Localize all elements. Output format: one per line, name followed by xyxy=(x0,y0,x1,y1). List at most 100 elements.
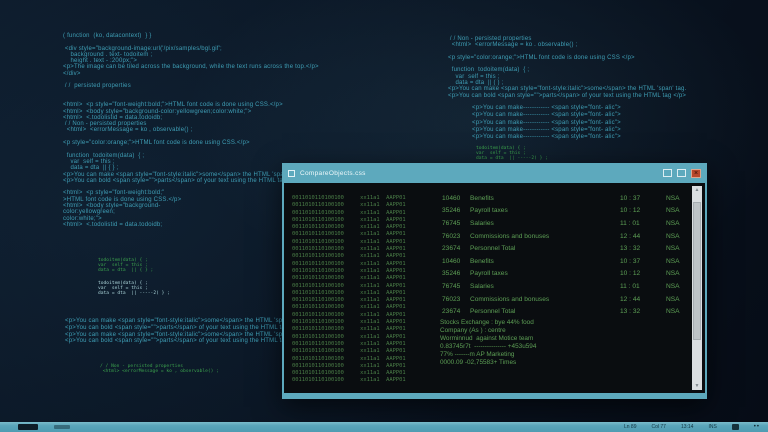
taskbar-window-button[interactable] xyxy=(54,425,70,429)
bg-code-green-block-2: / / Non - persisted properties <html> <e… xyxy=(100,364,219,374)
code-line: Stocks Exchange : bye 44% food xyxy=(440,319,536,327)
table-row: 35246Payroll taxes10 : 12NSA xyxy=(442,268,694,281)
binary-row: 0011010110100100 xx11a1 AAPP01 xyxy=(292,297,406,304)
fin-label: Salaries xyxy=(470,283,620,290)
fin-val: 76745 xyxy=(442,283,470,290)
binary-row: 0011010110100100 xx11a1 AAPP01 xyxy=(292,239,406,246)
window-content: 0011010110100100 xx11a1 AAPP010011010110… xyxy=(284,183,705,393)
fin-label: Payroll taxes xyxy=(470,207,620,214)
binary-row: 0011010110100100 xx11a1 AAPP01 xyxy=(292,275,406,282)
maximize-button[interactable] xyxy=(677,169,686,177)
fin-val: 10460 xyxy=(442,258,470,265)
tray-icon[interactable] xyxy=(732,424,739,430)
code-line: <p>You can bold <span style="">parts</sp… xyxy=(65,338,294,345)
binary-row: 0011010110100100 xx11a1 AAPP01 xyxy=(292,363,406,370)
fin-agency: NSA xyxy=(666,308,694,315)
code-line: <p>You can make <span style="font-style:… xyxy=(65,332,294,339)
fin-time: 12 : 44 xyxy=(620,233,666,240)
bg-code-right-main: / / Non - persisted properties <html> <e… xyxy=(448,36,686,99)
binary-row: 0011010110100100 xx11a1 AAPP01 xyxy=(292,341,406,348)
table-row: 10460Benefits10 : 37NSA xyxy=(442,255,694,268)
code-line: data = dta || { } ; xyxy=(98,268,153,273)
fin-val: 23674 xyxy=(442,308,470,315)
minimize-button[interactable] xyxy=(663,169,672,177)
fin-val: 76745 xyxy=(442,220,470,227)
fin-time: 13 : 32 xyxy=(620,308,666,315)
table-row: 76023Commissions and bonuses12 : 44NSA xyxy=(442,230,694,243)
fin-agency: NSA xyxy=(666,258,694,265)
code-line: <p>You can make------------ <span style=… xyxy=(472,120,621,127)
binary-row: 0011010110100100 xx11a1 AAPP01 xyxy=(292,268,406,275)
fin-label: Salaries xyxy=(470,220,620,227)
window-title: CompareObjects.css xyxy=(300,170,658,177)
code-line: data = dta || -----2( } ; xyxy=(98,291,170,296)
binary-column: 0011010110100100 xx11a1 AAPP010011010110… xyxy=(292,195,406,385)
fin-val: 76023 xyxy=(442,296,470,303)
taskbar-start-button[interactable] xyxy=(18,424,38,430)
fin-label: Benefits xyxy=(470,258,620,265)
code-line: <p>You can bold <span style="">parts</sp… xyxy=(448,93,686,99)
bg-code-light-block: todoitem(data) { ;var self = this ;data … xyxy=(98,281,170,297)
bg-code-right-green: todoitem(data) { ;var self = this ;data … xyxy=(476,146,548,162)
binary-row: 0011010110100100 xx11a1 AAPP01 xyxy=(292,231,406,238)
bg-code-right-repeat: <p>You can make------------ <span style=… xyxy=(472,105,621,141)
code-line: <p>You can make <span style="font-style:… xyxy=(448,86,686,92)
fin-val: 23674 xyxy=(442,245,470,252)
status-item: Ln 89 xyxy=(624,424,637,430)
fin-time: 10 : 12 xyxy=(620,270,666,277)
code-line: <p>The image can be tiled across the bac… xyxy=(63,64,319,70)
binary-row: 0011010110100100 xx11a1 AAPP01 xyxy=(292,217,406,224)
code-line: <p>You can make------------ <span style=… xyxy=(472,127,621,134)
fin-time: 12 : 44 xyxy=(620,296,666,303)
code-line: Worminnud against Motice team xyxy=(440,335,536,343)
scroll-down-icon[interactable]: ▼ xyxy=(692,382,702,390)
scrollbar-thumb[interactable] xyxy=(693,202,701,340)
window-icon xyxy=(288,170,295,177)
table-row: 76745Salaries11 : 01NSA xyxy=(442,217,694,230)
fin-val: 76023 xyxy=(442,233,470,240)
fin-time: 10 : 37 xyxy=(620,195,666,202)
binary-row: 0011010110100100 xx11a1 AAPP01 xyxy=(292,261,406,268)
close-button[interactable]: × xyxy=(691,169,701,178)
fin-label: Personnel Total xyxy=(470,308,620,315)
bg-code-left-main: ( function (ko, datacontext) } } <div st… xyxy=(63,33,319,228)
binary-row: 0011010110100100 xx11a1 AAPP01 xyxy=(292,246,406,253)
code-line: <p>You can make------------ <span style=… xyxy=(472,112,621,119)
desktop: ( function (ko, datacontext) } } <div st… xyxy=(0,0,768,432)
status-item: Col 77 xyxy=(651,424,665,430)
code-line: 77% -------m AP Marketing xyxy=(440,351,536,359)
window-titlebar[interactable]: CompareObjects.css × xyxy=(282,163,707,183)
bg-code-left-lower: <p>You can make <span style="font-style:… xyxy=(65,318,294,345)
code-line: Company (As ) : centre xyxy=(440,327,536,335)
binary-row: 0011010110100100 xx11a1 AAPP01 xyxy=(292,370,406,377)
stocks-footer: Stocks Exchange : bye 44% foodCompany (A… xyxy=(440,319,536,367)
binary-row: 0011010110100100 xx11a1 AAPP01 xyxy=(292,195,406,202)
binary-row: 0011010110100100 xx11a1 AAPP01 xyxy=(292,210,406,217)
status-item: INS xyxy=(708,424,716,430)
scroll-up-icon[interactable]: ▲ xyxy=(692,186,702,194)
fin-time: 10 : 37 xyxy=(620,258,666,265)
fin-val: 35246 xyxy=(442,270,470,277)
taskbar-status-area: Ln 89 Col 77 13:14 INS •• xyxy=(624,424,768,430)
fin-agency: NSA xyxy=(666,233,694,240)
fin-agency: NSA xyxy=(666,207,694,214)
scrollbar[interactable]: ▲ ▼ xyxy=(692,186,702,390)
code-line: <p>You can make <span style="font-style:… xyxy=(63,172,319,178)
fin-agency: NSA xyxy=(666,220,694,227)
code-line: data = dta || -----2( } ; xyxy=(476,156,548,161)
table-row: 76023Commissions and bonuses12 : 44NSA xyxy=(442,293,694,306)
fin-time: 11 : 01 xyxy=(620,220,666,227)
binary-row: 0011010110100100 xx11a1 AAPP01 xyxy=(292,334,406,341)
code-line: <p>You can make <span style="font-style:… xyxy=(65,318,294,325)
code-line: <p>You can make------------ <span style=… xyxy=(472,105,621,112)
binary-row: 0011010110100100 xx11a1 AAPP01 xyxy=(292,312,406,319)
fin-agency: NSA xyxy=(666,245,694,252)
fin-label: Commissions and bonuses xyxy=(470,296,620,303)
fin-val: 10460 xyxy=(442,195,470,202)
code-line: <html> <p style="font-weight:bold;">HTML… xyxy=(63,102,319,108)
binary-row: 0011010110100100 xx11a1 AAPP01 xyxy=(292,319,406,326)
binary-row: 0011010110100100 xx11a1 AAPP01 xyxy=(292,304,406,311)
table-row: 23674Personnel Total13 : 32NSA xyxy=(442,242,694,255)
binary-row: 0011010110100100 xx11a1 AAPP01 xyxy=(292,348,406,355)
tray-dots-icon[interactable]: •• xyxy=(754,424,760,430)
